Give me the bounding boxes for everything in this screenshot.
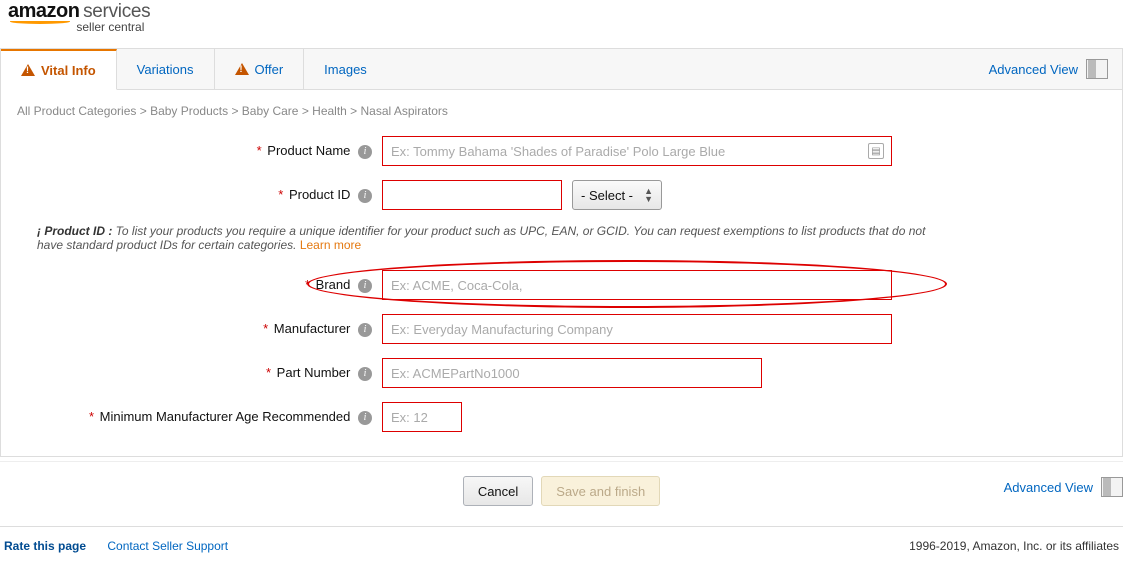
product-id-type-select[interactable]: - Select - ▲▼ <box>572 180 662 210</box>
label-manufacturer: * Manufacturer i <box>17 321 382 337</box>
brand-input[interactable] <box>382 270 892 300</box>
field-action-icon[interactable]: ▤ <box>868 143 884 159</box>
tab-label: Vital Info <box>41 63 96 78</box>
product-id-input[interactable] <box>382 180 562 210</box>
product-name-input[interactable] <box>382 136 892 166</box>
info-icon[interactable]: i <box>358 189 372 203</box>
helper-lead: ¡ Product ID : <box>37 224 112 238</box>
breadcrumb: All Product Categories > Baby Products >… <box>17 104 1106 118</box>
label-product-id: * Product ID i <box>17 187 382 203</box>
info-icon[interactable]: i <box>358 323 372 337</box>
contact-support-link[interactable]: Contact Seller Support <box>107 539 228 553</box>
label-text: Part Number <box>277 365 351 380</box>
label-text: Product Name <box>267 143 350 158</box>
row-part-number: * Part Number i <box>17 358 1106 388</box>
label-min-age: * Minimum Manufacturer Age Recommended i <box>17 409 382 425</box>
page-footer: Rate this page Contact Seller Support 19… <box>0 526 1123 561</box>
label-brand: * Brand i <box>17 277 382 293</box>
site-logo: amazon services seller central <box>0 0 1123 34</box>
learn-more-link[interactable]: Learn more <box>300 238 361 252</box>
required-icon: * <box>278 187 283 202</box>
label-text: Manufacturer <box>274 321 351 336</box>
min-age-input[interactable] <box>382 402 462 432</box>
tab-label: Offer <box>255 62 284 77</box>
required-icon: * <box>263 321 268 336</box>
row-min-age: * Minimum Manufacturer Age Recommended i <box>17 402 1106 432</box>
product-id-helper: ¡ Product ID : To list your products you… <box>37 224 937 252</box>
label-text: Minimum Manufacturer Age Recommended <box>100 409 351 424</box>
tab-bar: Vital Info Variations Offer Images Advan… <box>0 48 1123 90</box>
action-bar: Cancel Save and finish Advanced View <box>0 461 1123 516</box>
copyright: 1996-2019, Amazon, Inc. or its affiliate… <box>909 539 1119 553</box>
row-manufacturer: * Manufacturer i <box>17 314 1106 344</box>
toggle-icon <box>1086 59 1108 79</box>
advanced-view-toggle-top[interactable]: Advanced View <box>989 49 1108 89</box>
advanced-view-label: Advanced View <box>989 62 1078 77</box>
row-product-name: * Product Name i ▤ <box>17 136 1106 166</box>
info-icon[interactable]: i <box>358 145 372 159</box>
required-icon: * <box>257 143 262 158</box>
required-icon: * <box>305 277 310 292</box>
required-icon: * <box>89 409 94 424</box>
logo-primary: amazon <box>8 0 79 22</box>
warning-icon <box>21 64 35 76</box>
logo-secondary: services <box>83 1 150 22</box>
row-product-id: * Product ID i - Select - ▲▼ <box>17 180 1106 210</box>
tab-images[interactable]: Images <box>304 49 387 89</box>
label-part-number: * Part Number i <box>17 365 382 381</box>
part-number-input[interactable] <box>382 358 762 388</box>
label-text: Brand <box>316 277 351 292</box>
tab-vital-info[interactable]: Vital Info <box>1 49 117 90</box>
manufacturer-input[interactable] <box>382 314 892 344</box>
logo-subtitle: seller central <box>8 20 150 34</box>
info-icon[interactable]: i <box>358 279 372 293</box>
info-icon[interactable]: i <box>358 367 372 381</box>
helper-text: To list your products you require a uniq… <box>37 224 925 252</box>
tab-variations[interactable]: Variations <box>117 49 215 89</box>
info-icon[interactable]: i <box>358 411 372 425</box>
warning-icon <box>235 63 249 75</box>
cancel-button[interactable]: Cancel <box>463 476 533 506</box>
rate-page-link[interactable]: Rate this page <box>4 539 86 553</box>
tab-label: Images <box>324 62 367 77</box>
required-icon: * <box>266 365 271 380</box>
save-button: Save and finish <box>541 476 660 506</box>
label-text: Product ID <box>289 187 350 202</box>
advanced-view-label: Advanced View <box>1004 480 1093 495</box>
form-panel: All Product Categories > Baby Products >… <box>0 90 1123 457</box>
advanced-view-toggle-bottom[interactable]: Advanced View <box>1004 472 1123 502</box>
tab-label: Variations <box>137 62 194 77</box>
tab-offer[interactable]: Offer <box>215 49 305 89</box>
label-product-name: * Product Name i <box>17 143 382 159</box>
toggle-icon <box>1101 477 1123 497</box>
chevron-updown-icon: ▲▼ <box>644 187 653 203</box>
row-brand: * Brand i <box>17 270 1106 300</box>
select-label: - Select - <box>581 188 633 203</box>
